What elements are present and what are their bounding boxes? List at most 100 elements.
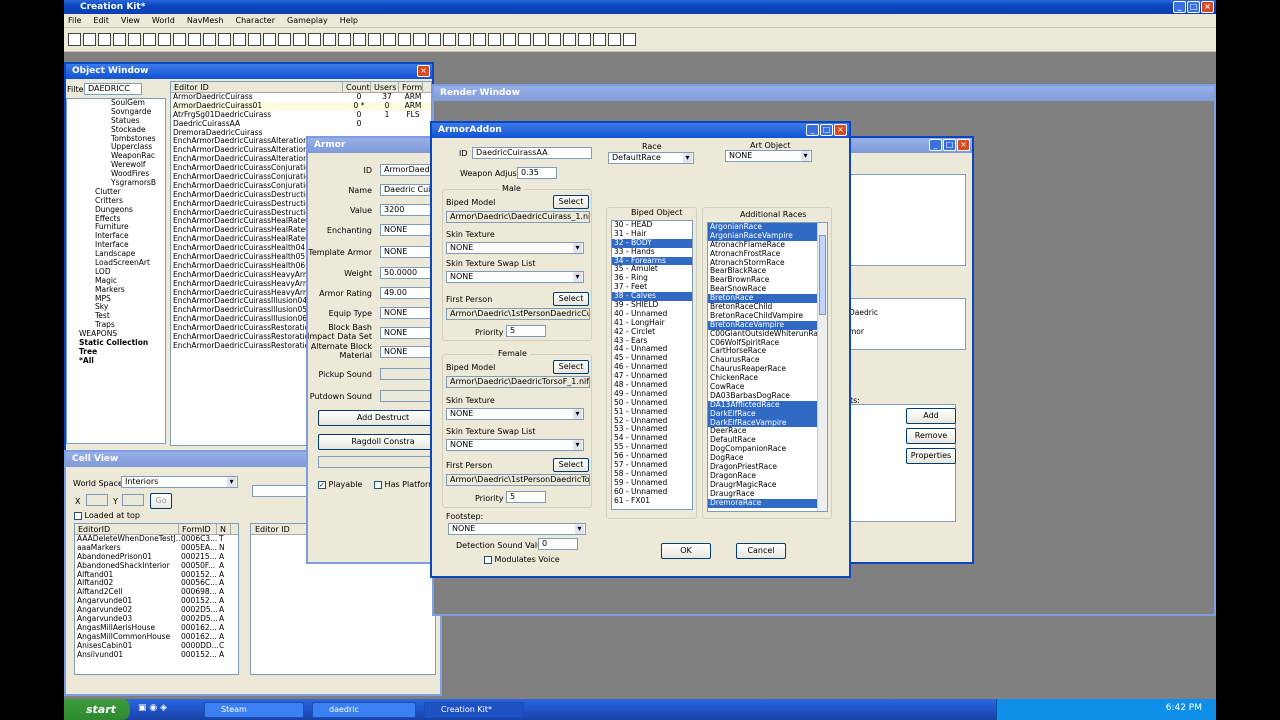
toolbar-tool-icon[interactable] [368,33,381,46]
male-swap-select[interactable]: NONE [446,271,584,283]
toolbar-tool-icon[interactable] [593,33,606,46]
race-item[interactable]: DefaultRace [708,436,817,445]
column-header[interactable]: Editor ID [171,82,343,92]
biped-object-item[interactable]: 60 - Unnamed [612,488,692,497]
tree-item[interactable]: Interface [67,241,165,250]
biped-object-list[interactable]: 30 - HEAD 31 - Hair 32 - BODY 33 - Hands 34 … [611,220,693,510]
tree-item[interactable]: Critters [67,197,165,206]
close-button[interactable]: × [1201,1,1214,13]
quick-launch[interactable]: ▣ ◉ ◈ [138,703,167,713]
aa-close-button[interactable]: × [834,124,847,136]
toolbar-tool-icon[interactable] [233,33,246,46]
armor-field-value[interactable]: Daedric Cuira [380,184,436,196]
maximize-button[interactable]: □ [1187,1,1200,13]
biped-object-item[interactable]: 56 - Unnamed [612,452,692,461]
race-item[interactable]: DeerRace [708,427,817,436]
additional-races-list[interactable]: ArgonianRace ArgonianRaceVampire AtronachF… [707,222,828,512]
biped-object-item[interactable]: 47 - Unnamed [612,372,692,381]
race-item[interactable]: DA03BarbasDogRace [708,392,817,401]
toolbar-tool-icon[interactable] [128,33,141,46]
column-header[interactable]: Users [371,82,399,92]
race-item[interactable]: BearSnowRace [708,285,817,294]
bg-minimize-button[interactable]: _ [929,139,942,151]
toolbar-tool-icon[interactable] [338,33,351,46]
add-destruct-button[interactable]: Add Destruct [318,410,436,426]
toolbar-tool-icon[interactable] [578,33,591,46]
race-item[interactable]: BearBlackRace [708,267,817,276]
toolbar-tool-icon[interactable] [323,33,336,46]
race-item[interactable]: ChaurusRace [708,356,817,365]
male-priority-input[interactable]: 5 [506,325,546,337]
race-item[interactable]: CartHorseRace [708,347,817,356]
tree-item[interactable]: Upperclass [67,143,165,152]
biped-object-item[interactable]: 33 - Hands [612,248,692,257]
cell-row[interactable]: AbandonedPrison01 000215... A [75,553,238,562]
biped-object-item[interactable]: 39 - SHIELD [612,301,692,310]
biped-object-item[interactable]: 35 - Amulet [612,265,692,274]
toolbar-tool-icon[interactable] [188,33,201,46]
female-swap-select[interactable]: NONE [446,439,584,451]
aa-maximize-button[interactable]: □ [820,124,833,136]
detection-sound-input[interactable]: 0 [538,538,578,550]
cell-row[interactable]: Alftand01 000152... A [75,571,238,580]
biped-object-item[interactable]: 49 - Unnamed [612,390,692,399]
menu-help[interactable]: Help [340,16,358,25]
toolbar-tool-icon[interactable] [248,33,261,46]
female-priority-input[interactable]: 5 [506,491,546,503]
male-first-person-select-button[interactable]: Select [553,292,589,306]
tree-item[interactable]: Dungeons [67,206,165,215]
toolbar-tool-icon[interactable] [518,33,531,46]
toolbar-tool-icon[interactable] [143,33,156,46]
biped-object-item[interactable]: 37 - Feet [612,283,692,292]
cell-row[interactable]: AngasMillCommonHouse 000162... A [75,633,238,642]
art-object-select[interactable]: NONE [725,150,812,162]
tree-item[interactable]: Effects [67,215,165,224]
race-item[interactable]: DraugrMagicRace [708,481,817,490]
cell-row[interactable]: Ansilvund01 000152... A [75,651,238,660]
toolbar-tool-icon[interactable] [473,33,486,46]
menu-world[interactable]: World [152,16,175,25]
cell-row[interactable]: Angarvunde03 0002D5... A [75,615,238,624]
loaded-at-top-checkbox[interactable]: Loaded at top [74,511,140,520]
biped-object-item[interactable]: 41 - LongHair [612,319,692,328]
race-item[interactable]: AtronachStormRace [708,259,817,268]
biped-object-item[interactable]: 61 - FX01 [612,497,692,506]
taskbar-daedric[interactable]: daedric [312,702,416,718]
race-item[interactable]: DogRace [708,454,817,463]
race-item[interactable]: DogCompanionRace [708,445,817,454]
cancel-button[interactable]: Cancel [736,543,786,559]
female-first-person-path[interactable]: Armor\Daedric\1stPersonDaedricTorsoF_1 [446,474,590,486]
cell-row[interactable]: AbandonedShackInterior 00050F... A [75,562,238,571]
tree-item[interactable]: WoodFires [67,170,165,179]
armor-field-value[interactable]: 50.0000 [380,267,436,279]
remove-button[interactable]: Remove [906,428,956,444]
weapon-adjust-input[interactable]: 0.35 [517,167,557,179]
biped-object-item[interactable]: 34 - Forearms [612,256,692,266]
biped-object-item[interactable]: 54 - Unnamed [612,434,692,443]
race-item[interactable]: BretonRaceChildVampire [708,312,817,321]
ragdoll-button[interactable]: Ragdoll Constra [318,434,436,450]
armor-field-value[interactable] [380,390,436,402]
menu-view[interactable]: View [121,16,140,25]
tree-item[interactable]: *All [67,357,165,366]
tree-item[interactable]: Stockade [67,126,165,135]
cell-column-header[interactable]: N [217,524,231,534]
biped-object-item[interactable]: 32 - BODY [612,238,692,248]
tree-item[interactable]: WeaponRac [67,152,165,161]
race-item[interactable]: BretonRaceChild [708,303,817,312]
male-biped-model-path[interactable]: Armor\Daedric\DaedricCuirass_1.nif [446,211,590,223]
ok-button[interactable]: OK [661,543,711,559]
tree-item[interactable]: LOD [67,268,165,277]
armor-field-value[interactable]: 3200 [380,204,436,216]
y-input[interactable] [122,494,144,506]
cell-row[interactable]: Angarvunde01 000152... A [75,597,238,606]
toolbar-tool-icon[interactable] [293,33,306,46]
tree-item[interactable]: Tree [67,348,165,357]
toolbar-tool-icon[interactable] [413,33,426,46]
toolbar-tool-icon[interactable] [158,33,171,46]
cell-row[interactable]: AAADeleteWhenDoneTestJ... 0006C3... T [75,535,238,544]
race-item[interactable]: ChickenRace [708,374,817,383]
bg-close-button[interactable]: × [957,139,970,151]
menu-gameplay[interactable]: Gameplay [287,16,328,25]
female-biped-model-path[interactable]: Armor\Daedric\DaedricTorsoF_1.nif [446,376,590,388]
